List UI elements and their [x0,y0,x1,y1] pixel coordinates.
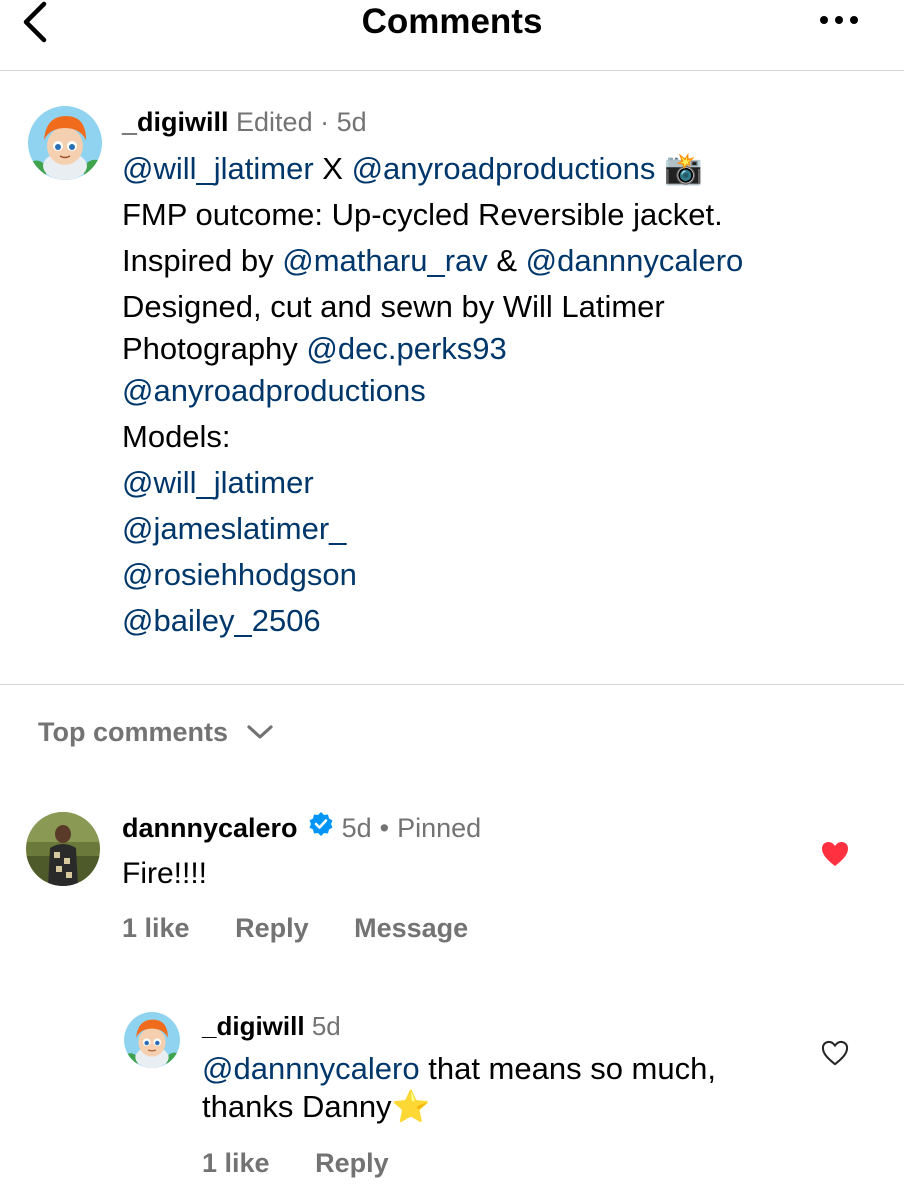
cartoon-avatar-icon [124,1012,180,1068]
star-emoji: ⭐ [391,1089,431,1124]
caption-line: FMP outcome: Up-cycled Reversible jacket… [122,197,723,232]
meta-separator: • [379,813,390,843]
caption-line: @jameslatimer_ [122,506,882,552]
caption-username[interactable]: _digiwill [122,107,229,137]
mention-link[interactable]: @anyroadproductions [352,151,656,186]
heart-filled-icon [822,842,848,866]
comment-text: Fire!!!! [122,857,208,890]
reply-text-part: that means so much, [419,1051,716,1086]
sort-comments-button[interactable]: Top comments [38,712,274,752]
more-horizontal-icon [820,16,858,24]
like-count-link[interactable]: 1 like [202,1148,270,1178]
mention-link[interactable]: @will_jlatimer [122,151,314,186]
meta-separator: · [320,107,330,137]
mention-link[interactable]: @will_jlatimer [122,465,314,500]
comment-timestamp: 5d [341,813,372,843]
like-count-link[interactable]: 1 like [122,913,190,943]
camera-flash-emoji: 📸 [663,151,703,186]
sort-label: Top comments [38,717,229,747]
caption-line: Photography @dec.perks93 [122,330,882,368]
reply-header: _digiwill 5d [202,1008,341,1044]
pinned-label: Pinned [397,813,482,843]
caption-text: & [487,243,526,278]
caption-timestamp: 5d [336,107,367,137]
heart-outline-icon [821,1040,849,1066]
comment-header: dannnycalero 5d • Pinned [122,810,481,846]
caption-avatar[interactable] [28,106,102,180]
mention-link[interactable]: @jameslatimer_ [122,511,346,546]
reply-actions: 1 like Reply [202,1145,427,1181]
more-options-button[interactable] [816,10,866,30]
reply-button[interactable]: Reply [315,1148,389,1178]
caption-text: Inspired by [122,243,283,278]
caption-header: _digiwill Edited · 5d [122,104,367,140]
mention-link[interactable]: @rosiehhodgson [122,557,357,592]
reply-timestamp: 5d [311,1011,341,1041]
profile-photo-icon [26,812,100,886]
mention-link[interactable]: @anyroadproductions [122,373,426,408]
caption-line: @rosiehhodgson [122,552,882,598]
caption-line: Designed, cut and sewn by Will Latimer [122,289,665,324]
reply-text-part: thanks Danny [202,1089,392,1124]
mention-link[interactable]: @dannnycalero [526,243,744,278]
caption-text: X [313,151,352,186]
reply-avatar[interactable] [124,1012,180,1068]
mention-link[interactable]: @matharu_rav [282,243,488,278]
reply-username[interactable]: _digiwill [202,1011,305,1041]
edited-label: Edited [236,107,313,137]
page-title: Comments [361,2,543,41]
section-divider [0,684,904,685]
mention-link[interactable]: @dec.perks93 [306,331,506,366]
caption-line: @will_jlatimer X @anyroadproductions 📸 [122,146,882,192]
caption-body: @will_jlatimer X @anyroadproductions 📸 F… [122,146,882,644]
caption-text: Photography [122,331,307,366]
reply-button[interactable]: Reply [235,913,309,943]
comment-actions: 1 like Reply Message [122,910,506,946]
message-button[interactable]: Message [354,913,468,943]
mention-link[interactable]: @dannnycalero [202,1051,420,1086]
caption-line: Models: [122,419,231,454]
like-button[interactable] [820,840,850,873]
commenter-avatar[interactable] [26,812,100,886]
cartoon-avatar-icon [28,106,102,180]
header-bar: Comments [0,0,904,71]
reply-text: @dannnycalero that means so much, thanks… [202,1050,802,1126]
verified-badge-icon [308,810,334,846]
mention-link[interactable]: @bailey_2506 [122,603,321,638]
comment-username[interactable]: dannnycalero [122,810,298,846]
caption-line: @anyroadproductions [122,368,882,414]
like-button[interactable] [821,1040,849,1071]
caption-line: Inspired by @matharu_rav & @dannnycalero [122,238,882,284]
caption-line: @will_jlatimer [122,460,882,506]
caption-line: @bailey_2506 [122,598,882,644]
chevron-down-icon [247,725,273,739]
